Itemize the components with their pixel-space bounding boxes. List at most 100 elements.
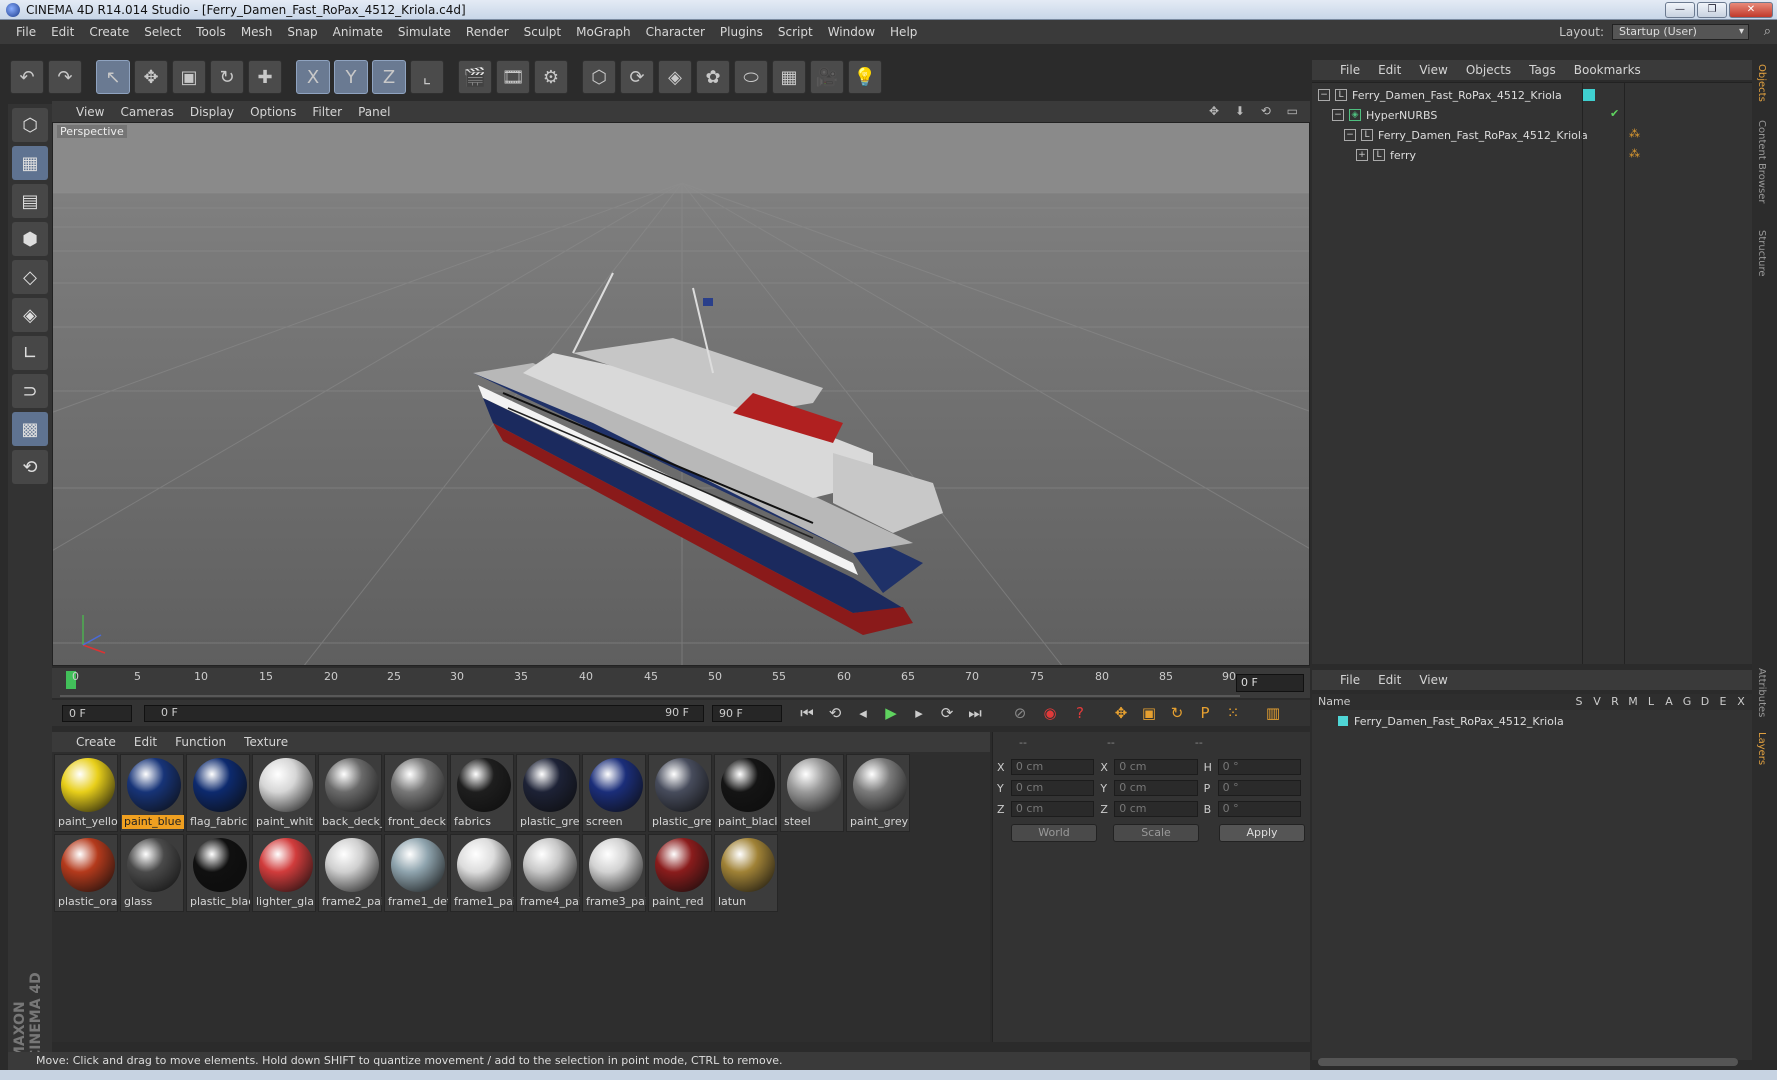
material-swatch[interactable]: paint_yello xyxy=(54,754,118,832)
autokey-icon[interactable]: ? xyxy=(1068,702,1092,724)
tab-structure[interactable]: Structure xyxy=(1756,230,1767,277)
om-menu-edit[interactable]: Edit xyxy=(1378,63,1401,77)
rotate-icon[interactable]: ↻ xyxy=(210,60,244,94)
material-swatch[interactable]: paint_whit xyxy=(252,754,316,832)
next-key-icon[interactable]: ⟳ xyxy=(936,702,958,724)
menu-mesh[interactable]: Mesh xyxy=(241,25,273,39)
grid-lock-icon[interactable]: ▩ xyxy=(12,412,48,446)
tree-item[interactable]: − ◈ HyperNURBS ✔ xyxy=(1332,105,1772,125)
key-scale-icon[interactable]: ▣ xyxy=(1138,702,1160,724)
environment-icon[interactable]: ▦ xyxy=(772,60,806,94)
next-frame-icon[interactable]: ▸ xyxy=(908,702,930,724)
expand-icon[interactable]: − xyxy=(1344,129,1356,141)
material-swatch[interactable]: plastic_gre xyxy=(516,754,580,832)
material-swatch[interactable]: steel xyxy=(780,754,844,832)
menu-select[interactable]: Select xyxy=(144,25,181,39)
material-swatch[interactable]: paint_grey xyxy=(846,754,910,832)
material-swatch[interactable]: lighter_gla xyxy=(252,834,316,912)
material-menu-create[interactable]: Create xyxy=(76,735,116,749)
go-to-end-icon[interactable]: ⏭ xyxy=(964,702,986,724)
tab-content-browser[interactable]: Content Browser xyxy=(1756,120,1767,203)
array-icon[interactable]: ✿ xyxy=(696,60,730,94)
axis-mode-icon[interactable]: ∟ xyxy=(12,336,48,370)
menu-simulate[interactable]: Simulate xyxy=(398,25,451,39)
material-swatch[interactable]: paint_red xyxy=(648,834,712,912)
material-swatch[interactable]: front_deck xyxy=(384,754,448,832)
current-frame-field[interactable]: 0 F xyxy=(1236,674,1304,692)
position-y-field[interactable]: 0 cm xyxy=(1010,780,1095,796)
render-picture-icon[interactable]: 🎞 xyxy=(496,60,530,94)
previous-key-icon[interactable]: ⟲ xyxy=(824,702,846,724)
lm-menu-edit[interactable]: Edit xyxy=(1378,673,1401,687)
material-swatch[interactable]: frame1_det xyxy=(384,834,448,912)
menu-script[interactable]: Script xyxy=(778,25,813,39)
menu-edit[interactable]: Edit xyxy=(51,25,74,39)
material-swatch[interactable]: plastic_blac xyxy=(186,834,250,912)
viewport-menu-panel[interactable]: Panel xyxy=(358,105,390,119)
record-keys-icon[interactable]: ◉ xyxy=(1038,702,1062,724)
menu-help[interactable]: Help xyxy=(890,25,917,39)
om-menu-tags[interactable]: Tags xyxy=(1529,63,1556,77)
material-menu-function[interactable]: Function xyxy=(175,735,226,749)
texture-mode-icon[interactable]: ▦ xyxy=(12,146,48,180)
cube-icon[interactable]: ⬡ xyxy=(582,60,616,94)
timeline-mode-icon[interactable]: ▥ xyxy=(1262,702,1284,724)
material-swatch[interactable]: flag_fabric xyxy=(186,754,250,832)
material-tag-icon[interactable]: ⁂ xyxy=(1629,147,1640,160)
menu-create[interactable]: Create xyxy=(89,25,129,39)
y-axis-icon[interactable]: Y xyxy=(334,60,368,94)
material-swatch[interactable]: frame3_pai xyxy=(582,834,646,912)
key-pla-icon[interactable]: ⁙ xyxy=(1222,702,1244,724)
frame-range-slider[interactable]: 0 F 90 F xyxy=(144,704,704,722)
layer-scrollbar[interactable] xyxy=(1318,1058,1738,1066)
render-view-icon[interactable]: 🎬 xyxy=(458,60,492,94)
polygons-mode-icon[interactable]: ◈ xyxy=(12,298,48,332)
tree-item[interactable]: − L Ferry_Damen_Fast_RoPax_4512_Kriola ⁂ xyxy=(1344,125,1777,145)
viewport-menu-display[interactable]: Display xyxy=(190,105,234,119)
model-mode-icon[interactable]: ⬡ xyxy=(12,108,48,142)
om-menu-file[interactable]: File xyxy=(1340,63,1360,77)
viewport-menu-options[interactable]: Options xyxy=(250,105,296,119)
start-frame-field[interactable]: 0 F xyxy=(62,704,132,722)
layer-row[interactable]: Ferry_Damen_Fast_RoPax_4512_Kriola xyxy=(1318,712,1564,730)
om-menu-objects[interactable]: Objects xyxy=(1466,63,1511,77)
key-position-icon[interactable]: ✥ xyxy=(1110,702,1132,724)
material-swatch[interactable]: screen xyxy=(582,754,646,832)
tab-layers[interactable]: Layers xyxy=(1756,732,1767,765)
perspective-viewport[interactable]: Perspective xyxy=(52,122,1310,666)
points-mode-icon[interactable]: ⬢ xyxy=(12,222,48,256)
menu-character[interactable]: Character xyxy=(646,25,705,39)
material-swatch[interactable]: fabrics xyxy=(450,754,514,832)
rotation-b-field[interactable]: 0 ° xyxy=(1217,801,1301,817)
menu-mograph[interactable]: MoGraph xyxy=(576,25,631,39)
search-icon[interactable]: ⌕ xyxy=(1764,24,1771,39)
select-icon[interactable]: ↖ xyxy=(96,60,130,94)
material-swatch[interactable]: frame4_pai xyxy=(516,834,580,912)
tab-objects[interactable]: Objects xyxy=(1756,64,1767,102)
layout-dropdown[interactable]: Startup (User) xyxy=(1612,24,1749,40)
material-swatch[interactable]: plastic_ora xyxy=(54,834,118,912)
maximize-button[interactable]: ❐ xyxy=(1697,2,1727,18)
undo-icon[interactable]: ↶ xyxy=(10,60,44,94)
menu-plugins[interactable]: Plugins xyxy=(720,25,763,39)
om-menu-bookmarks[interactable]: Bookmarks xyxy=(1574,63,1641,77)
tab-attributes[interactable]: Attributes xyxy=(1756,668,1767,717)
go-to-start-icon[interactable]: ⏮ xyxy=(796,702,818,724)
size-x-field[interactable]: 0 cm xyxy=(1114,759,1198,775)
viewport-navigation-icons[interactable]: ✥ ⬇ ⟲ ▭ xyxy=(1209,104,1304,118)
material-menu-texture[interactable]: Texture xyxy=(244,735,288,749)
material-swatch[interactable]: paint_blue xyxy=(120,754,184,832)
scale-icon[interactable]: ▣ xyxy=(172,60,206,94)
lm-menu-file[interactable]: File xyxy=(1340,673,1360,687)
tree-item[interactable]: − L Ferry_Damen_Fast_RoPax_4512_Kriola xyxy=(1318,85,1758,105)
tree-item[interactable]: + L ferry ⁂ xyxy=(1356,145,1777,165)
move-icon[interactable]: ✥ xyxy=(134,60,168,94)
workplane-icon[interactable]: ▤ xyxy=(12,184,48,218)
material-tag-icon[interactable]: ⁂ xyxy=(1629,127,1640,140)
material-swatch[interactable]: back_deck_ xyxy=(318,754,382,832)
material-menu-edit[interactable]: Edit xyxy=(134,735,157,749)
rotation-h-field[interactable]: 0 ° xyxy=(1217,759,1301,775)
add-icon[interactable]: ✚ xyxy=(248,60,282,94)
previous-frame-icon[interactable]: ◂ xyxy=(852,702,874,724)
checkmark-icon[interactable]: ✔ xyxy=(1610,107,1619,120)
